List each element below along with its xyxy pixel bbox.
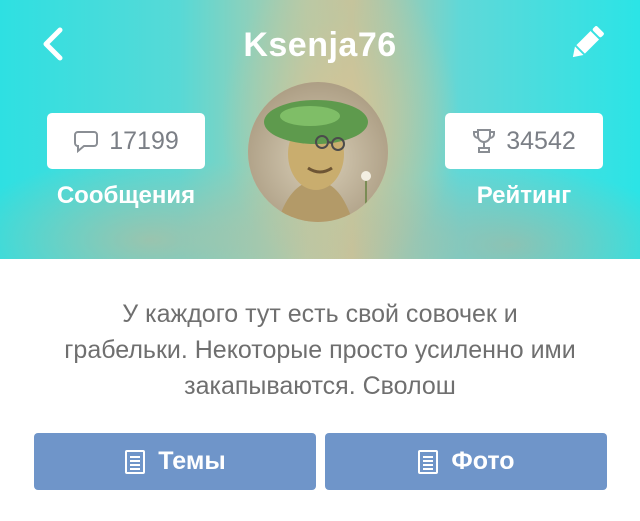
profile-bio: У каждого тут есть свой совочек и грабел…	[30, 296, 610, 404]
rating-label: Рейтинг	[476, 182, 572, 209]
profile-username: Ksenja76	[243, 26, 397, 64]
messages-label: Сообщения	[56, 182, 196, 209]
topics-button[interactable]: Темы	[34, 433, 316, 490]
avatar[interactable]	[248, 82, 388, 222]
trophy-icon	[473, 129, 496, 153]
avatar-image	[248, 82, 388, 222]
bio-line: закапываются. Сволош	[184, 372, 456, 400]
bio-line: У каждого тут есть свой совочек и	[122, 300, 518, 328]
pencil-icon	[572, 26, 604, 58]
photo-button[interactable]: Фото	[325, 433, 607, 490]
edit-profile-button[interactable]	[566, 22, 608, 64]
rating-value: 34542	[506, 126, 576, 155]
bio-line: грабельки. Некоторые просто усиленно ими	[64, 336, 576, 364]
profile-header: Ksenja76 17199 Сообщения 34542 Рейтинг	[0, 0, 640, 259]
messages-count-box[interactable]: 17199	[47, 113, 205, 169]
document-icon	[125, 449, 146, 474]
topics-label: Темы	[158, 447, 226, 475]
rating-box[interactable]: 34542	[445, 113, 603, 169]
document-icon	[418, 449, 439, 474]
messages-count: 17199	[109, 126, 179, 155]
speech-bubble-icon	[74, 131, 99, 153]
photo-label: Фото	[451, 447, 515, 475]
